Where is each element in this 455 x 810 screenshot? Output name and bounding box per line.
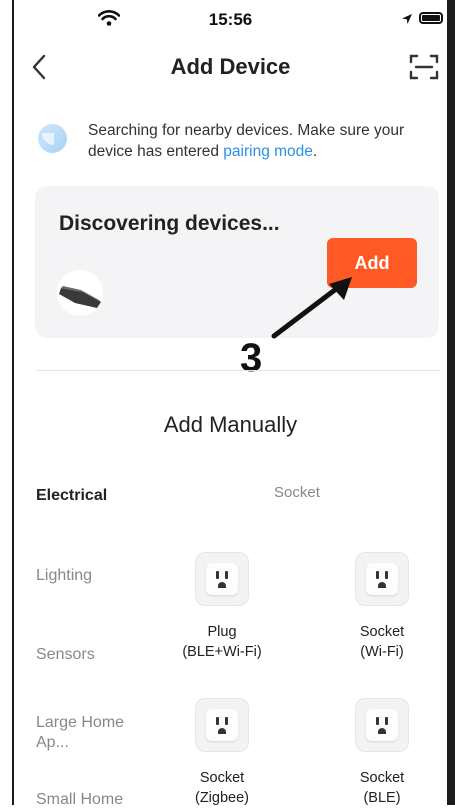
discovered-device-thumbnail — [57, 270, 103, 316]
annotation-arrow-icon — [271, 277, 352, 339]
discovering-title: Discovering devices... — [59, 212, 280, 235]
device-label-line1: Socket — [359, 624, 405, 640]
device-label-line1: Socket — [199, 770, 245, 786]
add-manually-title: Add Manually — [163, 412, 298, 437]
device-label-line1: Socket — [359, 770, 405, 786]
search-hint-suffix: . — [312, 143, 318, 160]
device-label-line2: (BLE) — [363, 790, 401, 806]
outlet-icon — [355, 552, 409, 606]
status-bar: 15:56 — [14, 0, 447, 38]
battery-icon — [419, 12, 443, 24]
device-label-line2: (Zigbee) — [195, 790, 249, 806]
device-frame-right — [447, 0, 455, 805]
searching-spinner-icon — [38, 124, 67, 153]
outlet-icon — [195, 552, 249, 606]
location-arrow-icon — [401, 12, 413, 30]
device-socket-ble[interactable]: Socket (BLE) — [322, 698, 442, 808]
category-sensors[interactable]: Sensors — [36, 645, 95, 665]
category-large-home-appliances[interactable]: Large Home Ap... — [36, 713, 136, 753]
status-time: 15:56 — [208, 10, 253, 29]
socket-section-label: Socket — [274, 484, 320, 501]
annotation-step-number: 3 — [240, 336, 263, 380]
search-hint: Searching for nearby devices. Make sure … — [88, 120, 428, 162]
category-lighting[interactable]: Lighting — [36, 566, 92, 586]
outlet-icon — [355, 698, 409, 752]
category-electrical[interactable]: Electrical — [36, 486, 107, 506]
device-frame-left — [0, 0, 14, 805]
category-small-home[interactable]: Small Home — [36, 790, 123, 810]
pairing-mode-link[interactable]: pairing mode — [223, 143, 313, 160]
device-socket-zigbee[interactable]: Socket (Zigbee) — [162, 698, 282, 808]
device-socket-wifi[interactable]: Socket (Wi-Fi) — [322, 552, 442, 662]
section-divider — [36, 370, 440, 371]
device-label: Socket (BLE) — [322, 768, 442, 808]
device-label: Plug (BLE+Wi-Fi) — [162, 622, 282, 662]
device-label-line1: Plug — [207, 624, 237, 640]
scan-qr-button[interactable] — [409, 54, 439, 80]
outlet-icon — [195, 698, 249, 752]
device-label: Socket (Wi-Fi) — [322, 622, 442, 662]
discovery-card: Discovering devices... Add — [35, 186, 439, 338]
device-label: Socket (Zigbee) — [162, 768, 282, 808]
page-title: Add Device — [170, 54, 291, 79]
device-label-line2: (BLE+Wi-Fi) — [182, 644, 262, 660]
device-plug-ble-wifi[interactable]: Plug (BLE+Wi-Fi) — [162, 552, 282, 662]
device-label-line2: (Wi-Fi) — [360, 644, 404, 660]
